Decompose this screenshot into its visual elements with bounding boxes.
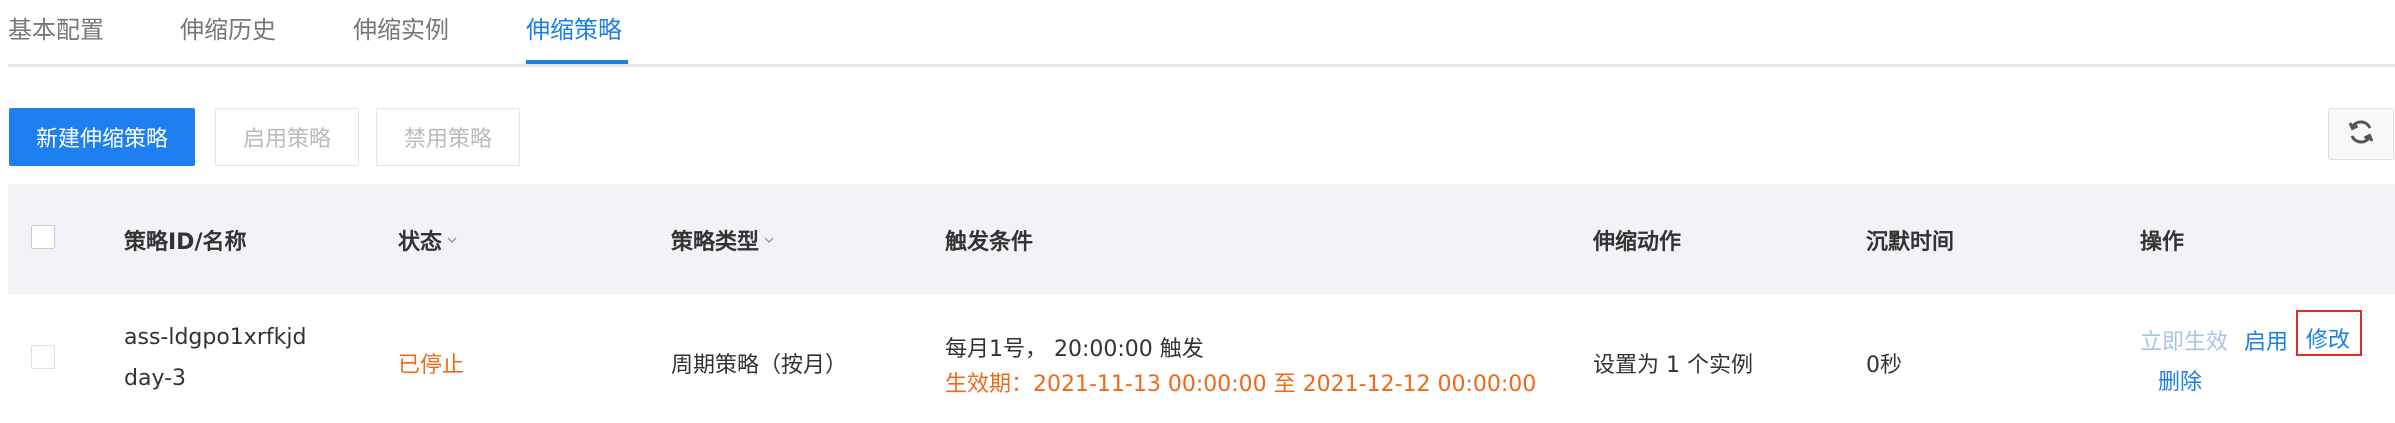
column-trigger: 触发条件 [945, 230, 1034, 255]
tab-basic-config[interactable]: 基本配置 [8, 10, 104, 45]
row-checkbox[interactable] [31, 345, 55, 369]
execute-now-link[interactable]: 立即生效 [2140, 324, 2228, 356]
column-cooldown: 沉默时间 [1866, 230, 1955, 255]
tab-scaling-history[interactable]: 伸缩历史 [180, 10, 276, 45]
column-policy-type[interactable]: 策略类型 [671, 224, 775, 256]
column-operations: 操作 [2140, 230, 2185, 255]
column-id-name: 策略ID/名称 [124, 230, 247, 255]
chevron-down-icon [764, 237, 774, 244]
highlight-box [2296, 310, 2362, 356]
delete-link[interactable]: 删除 [2158, 364, 2202, 396]
chevron-down-icon [447, 237, 457, 244]
select-all-checkbox[interactable] [31, 225, 55, 249]
disable-policy-button[interactable]: 禁用策略 [376, 108, 520, 166]
effective-period: 生效期：2021-11-13 00:00:00 至 2021-12-12 00:… [945, 372, 1537, 397]
trigger-condition: 每月1号， 20:00:00 触发 [945, 337, 1204, 362]
table-header: 策略ID/名称 状态 策略类型 触发条件 伸缩动作 沉默时间 操作 [8, 184, 2395, 294]
enable-policy-button[interactable]: 启用策略 [215, 108, 359, 166]
column-status[interactable]: 状态 [398, 224, 458, 256]
scaling-action: 设置为 1 个实例 [1593, 353, 1753, 378]
create-policy-button[interactable]: 新建伸缩策略 [9, 108, 195, 166]
refresh-button[interactable] [2328, 108, 2394, 160]
column-action: 伸缩动作 [1593, 230, 1682, 255]
policy-type: 周期策略（按月） [671, 353, 848, 378]
cooldown-time: 0秒 [1866, 353, 1902, 378]
tab-bar: 基本配置 伸缩历史 伸缩实例 伸缩策略 [8, 0, 2395, 67]
enable-link[interactable]: 启用 [2244, 324, 2288, 356]
policy-id: ass-ldgpo1xrfkjd [124, 325, 307, 350]
policy-name: day-3 [124, 366, 187, 391]
tab-scaling-policies[interactable]: 伸缩策略 [526, 10, 622, 45]
refresh-icon [2345, 116, 2377, 152]
scaling-policy-page: 基本配置 伸缩历史 伸缩实例 伸缩策略 新建伸缩策略 启用策略 禁用策略 策略I… [0, 0, 2395, 423]
tab-scaling-instances[interactable]: 伸缩实例 [353, 10, 449, 45]
status-badge: 已停止 [398, 353, 465, 378]
active-tab-indicator [526, 60, 628, 64]
